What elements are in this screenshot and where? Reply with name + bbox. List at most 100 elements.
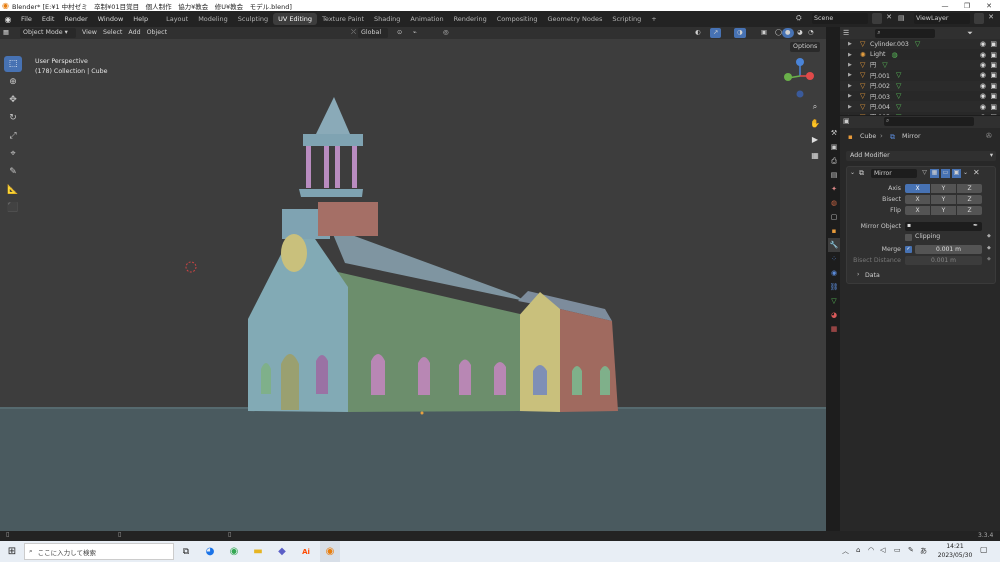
outliner-search[interactable]: ⌕ <box>875 28 936 38</box>
edit-mode-toggle-icon[interactable]: ▽ <box>920 169 929 178</box>
camera-render-icon[interactable]: ▣ <box>990 103 997 111</box>
close-button[interactable]: ✕ <box>978 0 1000 11</box>
outliner-row[interactable]: ▶ ▽ 円.002 ▽ ◉ ▣ <box>840 80 1000 91</box>
bisect-distance-field[interactable]: 0.001 m <box>905 256 982 265</box>
expand-arrow-icon[interactable]: ▶ <box>848 93 860 99</box>
cage-toggle-icon[interactable]: ▦ <box>930 169 939 178</box>
pan-hand-icon[interactable]: ✋ <box>808 116 822 130</box>
teams-icon[interactable]: ◆ <box>272 541 292 562</box>
scale-tool-icon[interactable]: ⤢ <box>4 128 22 144</box>
tab-layout[interactable]: Layout <box>161 13 193 25</box>
camera-render-icon[interactable]: ▣ <box>990 71 997 79</box>
world-tab-icon[interactable]: ◍ <box>828 196 840 210</box>
collection-tab-icon[interactable]: ▢ <box>828 210 840 224</box>
editor-type-icon[interactable]: ▦ <box>0 28 20 38</box>
modifier-tab-icon[interactable]: 🔧 <box>828 238 840 252</box>
eyedropper-icon[interactable]: ✒ <box>973 222 978 229</box>
grid-view-icon[interactable]: ▦ <box>808 148 822 162</box>
menu-view[interactable]: View <box>79 28 100 38</box>
illustrator-icon[interactable]: Ai <box>296 541 316 562</box>
flip-z-toggle[interactable]: Z <box>957 206 982 215</box>
select-box-icon[interactable]: ⬚ <box>4 56 22 72</box>
outliner-row[interactable]: ▶ ✺ Light ◍ ◉ ▣ <box>840 49 1000 59</box>
snap-icon[interactable]: ⌁ <box>410 28 420 38</box>
modifier-menu-chevron-icon[interactable]: ⌄ <box>963 169 968 176</box>
clipping-keyframe-icon[interactable]: ◆ <box>987 233 991 239</box>
file-explorer-icon[interactable]: ▬ <box>248 541 268 562</box>
particles-tab-icon[interactable]: ⁘ <box>828 252 840 266</box>
data-subpanel-label[interactable]: Data <box>865 272 880 279</box>
blender-taskbar-icon[interactable]: ◉ <box>320 541 340 562</box>
options-dropdown[interactable]: Options <box>790 42 821 52</box>
flip-x-toggle[interactable]: X <box>905 206 930 215</box>
scene-tab-icon[interactable]: ✦ <box>828 182 840 196</box>
outliner-row[interactable]: ▶ ▽ Cylinder.003 ▽ ◉ ▣ <box>840 39 1000 50</box>
expand-arrow-icon[interactable]: ▶ <box>848 114 860 115</box>
expand-arrow-icon[interactable]: ▶ <box>848 72 860 78</box>
outliner-row[interactable]: ▶▽円.005▽◉▣ <box>840 112 1000 115</box>
transform-tool-icon[interactable]: ⌖ <box>4 146 22 162</box>
visibility-icon[interactable]: ◐ <box>692 28 704 38</box>
camera-render-icon[interactable]: ▣ <box>990 82 997 90</box>
material-tab-icon[interactable]: ◕ <box>828 308 840 322</box>
new-view-layer-button[interactable] <box>974 13 984 24</box>
clipping-checkbox[interactable] <box>905 234 912 241</box>
menu-edit[interactable]: Edit <box>37 15 60 23</box>
network-icon[interactable]: ⌂ <box>856 546 860 554</box>
volume-icon[interactable]: ◁ <box>880 546 885 554</box>
texture-tab-icon[interactable]: ▦ <box>828 322 840 336</box>
axis-x-toggle[interactable]: X <box>905 184 930 193</box>
outliner-editor-icon[interactable]: ☰ <box>843 29 849 37</box>
eye-visibility-icon[interactable]: ◉ <box>980 40 986 48</box>
delete-scene-icon[interactable]: ✕ <box>884 13 894 24</box>
notification-icon[interactable]: ▢ <box>980 545 988 554</box>
zoom-icon[interactable]: ⌕ <box>808 100 822 114</box>
collapse-chevron-icon[interactable]: ⌄ <box>850 169 855 176</box>
outliner-row[interactable]: ▶ ▽ 円.004 ▽ ◉ ▣ <box>840 101 1000 112</box>
expand-arrow-icon[interactable]: ▶ <box>848 104 860 110</box>
3d-viewport[interactable] <box>0 39 826 531</box>
annotate-tool-icon[interactable]: ✎ <box>4 164 22 180</box>
eye-visibility-icon[interactable]: ◉ <box>980 51 986 59</box>
gizmo-toggle-icon[interactable]: ↗ <box>710 28 722 38</box>
bisect-distance-keyframe-icon[interactable]: ◆ <box>987 256 991 262</box>
menu-render[interactable]: Render <box>59 15 92 23</box>
taskbar-time[interactable]: 14:21 <box>940 543 970 550</box>
eye-visibility-icon[interactable]: ◉ <box>980 103 986 111</box>
new-scene-button[interactable] <box>872 13 882 24</box>
xray-toggle-icon[interactable]: ▣ <box>758 28 770 38</box>
tab-geometry-nodes[interactable]: Geometry Nodes <box>543 13 608 25</box>
render-tab-icon[interactable]: ▣ <box>828 140 840 154</box>
tool-tab-icon[interactable]: ⚒ <box>828 126 840 140</box>
tab-scripting[interactable]: Scripting <box>607 13 646 25</box>
cursor-tool-icon[interactable]: ⊕ <box>4 74 22 90</box>
physics-tab-icon[interactable]: ◉ <box>828 266 840 280</box>
overlays-toggle-icon[interactable]: ◑ <box>734 28 746 38</box>
menu-file[interactable]: File <box>16 15 37 23</box>
outliner-row[interactable]: ▶ ▽ 円.001 ▽ ◉ ▣ <box>840 70 1000 80</box>
scene-selector[interactable]: Scene <box>812 13 868 24</box>
task-view-icon[interactable]: ⧉ <box>176 541 196 562</box>
outliner-row[interactable]: ▶ ▽ 円.003 ▽ ◉ ▣ <box>840 91 1000 101</box>
tab-compositing[interactable]: Compositing <box>492 13 543 25</box>
merge-distance-field[interactable]: 0.001 m <box>915 245 982 254</box>
battery-icon[interactable]: ▭ <box>894 546 901 554</box>
add-workspace-button[interactable]: + <box>646 13 661 25</box>
tab-shading[interactable]: Shading <box>369 13 405 25</box>
pivot-icon[interactable]: ⊙ <box>394 28 405 38</box>
wifi-icon[interactable]: ◠ <box>868 546 874 554</box>
realtime-toggle-icon[interactable]: ▭ <box>941 169 950 178</box>
camera-render-icon[interactable]: ▣ <box>990 40 997 48</box>
expand-arrow-icon[interactable]: ▶ <box>848 41 860 47</box>
camera-render-icon[interactable]: ▣ <box>990 113 997 115</box>
constraints-tab-icon[interactable]: ⛓ <box>828 280 840 294</box>
expand-arrow-icon[interactable]: ▶ <box>848 62 860 68</box>
delete-view-layer-icon[interactable]: ✕ <box>986 13 996 24</box>
mirror-object-field[interactable]: ▪ ✒ <box>905 222 982 231</box>
remove-modifier-icon[interactable]: ✕ <box>973 168 980 177</box>
merge-checkbox[interactable]: ✓ <box>905 246 912 253</box>
shading-material-icon[interactable]: ◕ <box>794 28 806 38</box>
proportional-edit-icon[interactable]: ◎ <box>440 28 452 38</box>
menu-select[interactable]: Select <box>100 28 125 38</box>
menu-add[interactable]: Add <box>125 28 143 38</box>
